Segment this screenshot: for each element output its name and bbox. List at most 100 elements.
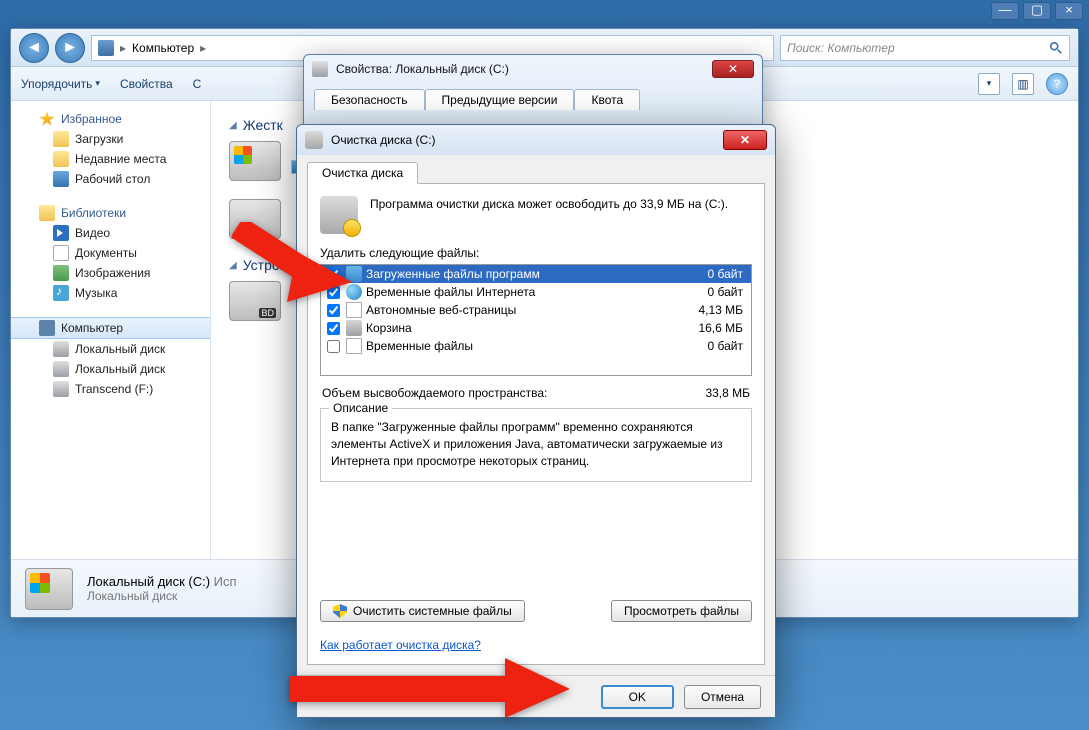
libraries-icon: [39, 205, 55, 221]
description-group: Описание В папке "Загруженные файлы прог…: [320, 408, 752, 482]
minimize-button[interactable]: —: [991, 2, 1019, 20]
sidebar-item-desktop[interactable]: Рабочий стол: [11, 169, 210, 189]
annotation-arrow: [232, 222, 352, 302]
details-subtitle: Локальный диск: [87, 589, 237, 603]
desktop-icon: [53, 171, 69, 187]
file-size: 16,6 МБ: [698, 321, 747, 335]
cleanup-icon: [305, 131, 323, 149]
file-name: Корзина: [366, 321, 412, 335]
properties-button[interactable]: Свойства: [120, 77, 173, 91]
description-text: В папке "Загруженные файлы программ" вре…: [331, 419, 741, 469]
description-legend: Описание: [329, 401, 392, 415]
folder-icon: [53, 151, 69, 167]
file-checkbox[interactable]: [327, 304, 340, 317]
file-name: Автономные веб-страницы: [366, 303, 516, 317]
file-size: 0 байт: [708, 285, 747, 299]
sidebar-item-local-disk[interactable]: Локальный диск: [11, 339, 210, 359]
close-button[interactable]: ✕: [712, 60, 754, 78]
computer-icon: [39, 320, 55, 336]
sidebar-item-local-disk[interactable]: Локальный диск: [11, 359, 210, 379]
file-name: Временные файлы: [366, 339, 473, 353]
sidebar-item-music[interactable]: Музыка: [11, 283, 210, 303]
favorites-section[interactable]: Избранное: [11, 109, 210, 129]
file-list-item[interactable]: Временные файлы Интернета 0 байт: [321, 283, 751, 301]
properties-tabs: Безопасность Предыдущие версии Квота: [304, 83, 762, 110]
search-icon: [1049, 41, 1063, 55]
breadcrumb[interactable]: Компьютер: [132, 41, 194, 55]
file-checkbox[interactable]: [327, 340, 340, 353]
pictures-icon: [53, 265, 69, 281]
close-button[interactable]: ✕: [723, 130, 767, 150]
music-icon: [53, 285, 69, 301]
collapse-icon: ◢: [229, 120, 237, 131]
file-list-item[interactable]: Корзина 16,6 МБ: [321, 319, 751, 337]
breadcrumb-chevron: ▸: [200, 41, 206, 55]
folder-icon: [53, 131, 69, 147]
sidebar-item-recent[interactable]: Недавние места: [11, 149, 210, 169]
disk-icon: [312, 61, 328, 77]
file-list-item[interactable]: Загруженные файлы программ 0 байт: [321, 265, 751, 283]
cleanup-title-text: Очистка диска (C:): [331, 133, 436, 147]
sidebar-item-transcend[interactable]: Transcend (F:): [11, 379, 210, 399]
shield-icon: [333, 604, 347, 618]
reclaim-value: 33,8 МБ: [705, 386, 750, 400]
back-button[interactable]: ◄: [19, 33, 49, 63]
disk-icon: [53, 361, 69, 377]
file-size: 4,13 МБ: [698, 303, 747, 317]
drive-icon: [25, 568, 73, 610]
file-name: Временные файлы Интернета: [366, 285, 535, 299]
drive-icon: [229, 141, 281, 181]
cleanup-titlebar: Очистка диска (C:) ✕: [297, 125, 775, 155]
sidebar-item-computer[interactable]: Компьютер: [11, 317, 210, 339]
disk-cleanup-dialog: Очистка диска (C:) ✕ Очистка диска Прогр…: [296, 124, 776, 718]
breadcrumb-chevron: ▸: [120, 41, 126, 55]
close-button[interactable]: ×: [1055, 2, 1083, 20]
file-type-icon: [346, 320, 362, 336]
cancel-button[interactable]: Отмена: [684, 685, 761, 709]
details-title: Локальный диск (C:) Исп: [87, 574, 237, 589]
tab-quota[interactable]: Квота: [574, 89, 640, 110]
properties-title: Свойства: Локальный диск (C:): [336, 62, 509, 76]
files-to-delete-list[interactable]: Загруженные файлы программ0 байтВременны…: [320, 264, 752, 376]
organize-menu[interactable]: Упорядочить▾: [21, 77, 100, 91]
computer-icon: [98, 40, 114, 56]
clean-system-files-button[interactable]: Очистить системные файлы: [320, 600, 525, 622]
disk-icon: [53, 341, 69, 357]
libraries-section[interactable]: Библиотеки: [11, 203, 210, 223]
forward-button[interactable]: ►: [55, 33, 85, 63]
star-icon: [39, 111, 55, 127]
file-list-label: Удалить следующие файлы:: [320, 246, 752, 260]
file-type-icon: [346, 302, 362, 318]
preview-pane-button[interactable]: ▥: [1012, 73, 1034, 95]
file-list-item[interactable]: Автономные веб-страницы 4,13 МБ: [321, 301, 751, 319]
cleanup-info-text: Программа очистки диска может освободить…: [370, 196, 728, 234]
properties-dialog: Свойства: Локальный диск (C:) ✕ Безопасн…: [303, 54, 763, 132]
file-size: 0 байт: [708, 339, 747, 353]
help-button[interactable]: ?: [1046, 73, 1068, 95]
cleanup-tabstrip: Очистка диска: [297, 155, 775, 183]
tab-security[interactable]: Безопасность: [314, 89, 425, 110]
annotation-arrow: [290, 658, 570, 718]
sidebar-item-downloads[interactable]: Загрузки: [11, 129, 210, 149]
search-input[interactable]: Поиск: Компьютер: [780, 35, 1070, 61]
sidebar-item-documents[interactable]: Документы: [11, 243, 210, 263]
maximize-button[interactable]: ▢: [1023, 2, 1051, 20]
tab-previous-versions[interactable]: Предыдущие версии: [425, 89, 575, 110]
view-files-button[interactable]: Просмотреть файлы: [611, 600, 752, 622]
file-name: Загруженные файлы программ: [366, 267, 540, 281]
view-options-button[interactable]: ▾: [978, 73, 1000, 95]
file-type-icon: [346, 338, 362, 354]
disk-icon: [53, 381, 69, 397]
how-it-works-link[interactable]: Как работает очистка диска?: [320, 638, 481, 652]
sidebar-item-videos[interactable]: Видео: [11, 223, 210, 243]
properties-titlebar: Свойства: Локальный диск (C:) ✕: [304, 55, 762, 83]
document-icon: [53, 245, 69, 261]
ok-button[interactable]: OK: [601, 685, 674, 709]
file-checkbox[interactable]: [327, 322, 340, 335]
file-list-item[interactable]: Временные файлы 0 байт: [321, 337, 751, 355]
tab-cleanup[interactable]: Очистка диска: [307, 162, 418, 184]
system-properties-button[interactable]: С: [193, 77, 202, 91]
file-size: 0 байт: [708, 267, 747, 281]
sidebar-item-pictures[interactable]: Изображения: [11, 263, 210, 283]
window-titlebar: — ▢ ×: [0, 0, 1089, 22]
